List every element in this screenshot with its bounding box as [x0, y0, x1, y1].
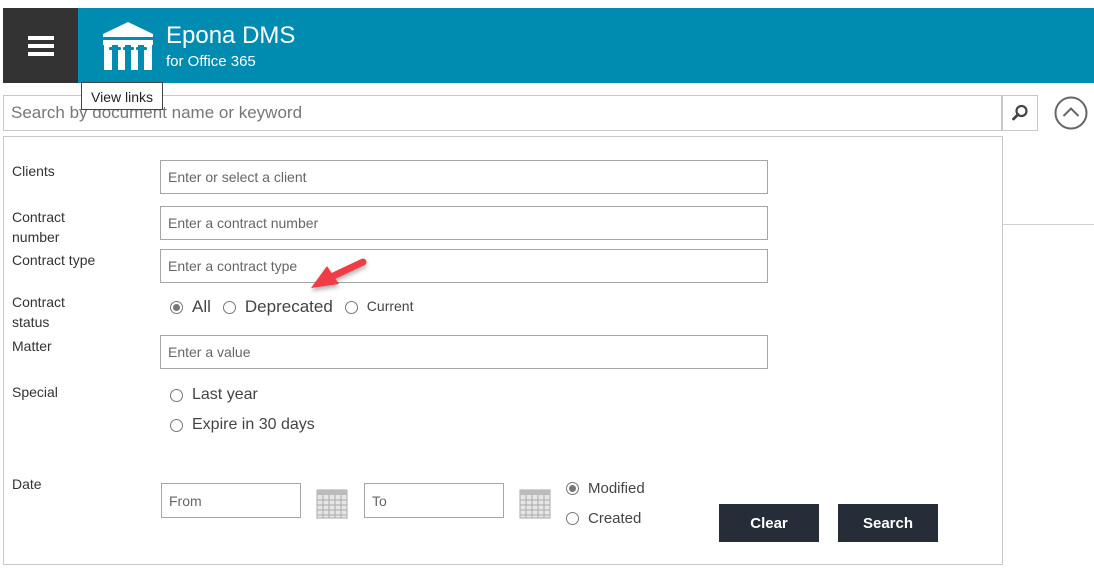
- matter-label: Matter: [12, 338, 52, 354]
- clients-input[interactable]: [160, 160, 768, 194]
- app-title: Epona DMS: [166, 22, 296, 49]
- special-expire-option: Expire in 30 days: [170, 416, 315, 434]
- calendar-icon[interactable]: [519, 487, 551, 519]
- special-expire-label[interactable]: Expire in 30 days: [192, 416, 315, 434]
- clients-label: Clients: [12, 163, 55, 179]
- divider: [1003, 224, 1094, 225]
- building-columns-icon: [103, 22, 153, 70]
- contract-number-input[interactable]: [160, 206, 768, 240]
- search-submit-button[interactable]: [1002, 95, 1038, 131]
- menu-button[interactable]: [3, 8, 78, 83]
- status-current-radio[interactable]: [344, 300, 358, 314]
- chevron-up-circle-icon[interactable]: [1053, 95, 1089, 131]
- date-created-label[interactable]: Created: [588, 510, 641, 527]
- contract-status-label: Contract status: [12, 294, 65, 330]
- app-subtitle: for Office 365: [166, 53, 256, 70]
- view-links-tooltip: View links: [81, 82, 163, 110]
- advanced-search-panel: Clients Contract number Contract type Co…: [3, 136, 1003, 565]
- contract-status-group: All Deprecated Current: [170, 297, 413, 317]
- date-modified-radio[interactable]: [566, 482, 579, 495]
- date-modified-option: Modified: [566, 480, 645, 497]
- status-deprecated-label[interactable]: Deprecated: [245, 297, 333, 317]
- date-to-input[interactable]: [364, 483, 504, 518]
- search-button[interactable]: Search: [838, 504, 938, 542]
- status-all-label[interactable]: All: [192, 297, 211, 317]
- date-from-input[interactable]: [161, 483, 301, 518]
- status-current-label[interactable]: Current: [367, 298, 414, 314]
- status-deprecated-radio[interactable]: [222, 300, 236, 314]
- app-header: Epona DMS for Office 365: [3, 8, 1094, 83]
- date-created-option: Created: [566, 510, 641, 527]
- special-last-year-option: Last year: [170, 386, 258, 404]
- date-modified-label[interactable]: Modified: [588, 480, 645, 497]
- status-all-radio[interactable]: [170, 300, 183, 314]
- clear-button[interactable]: Clear: [719, 504, 819, 542]
- search-icon: [1012, 104, 1028, 121]
- contract-number-label: Contract number: [12, 209, 65, 245]
- matter-input[interactable]: [160, 335, 768, 369]
- special-last-year-radio[interactable]: [170, 388, 183, 402]
- date-created-radio[interactable]: [566, 512, 579, 525]
- special-label: Special: [12, 384, 58, 400]
- contract-type-input[interactable]: [160, 249, 768, 283]
- contract-type-label: Contract type: [12, 252, 96, 268]
- special-expire-radio[interactable]: [170, 418, 183, 432]
- calendar-icon[interactable]: [316, 487, 348, 519]
- special-last-year-label[interactable]: Last year: [192, 386, 258, 404]
- date-label: Date: [12, 476, 42, 492]
- hamburger-icon: [27, 35, 54, 56]
